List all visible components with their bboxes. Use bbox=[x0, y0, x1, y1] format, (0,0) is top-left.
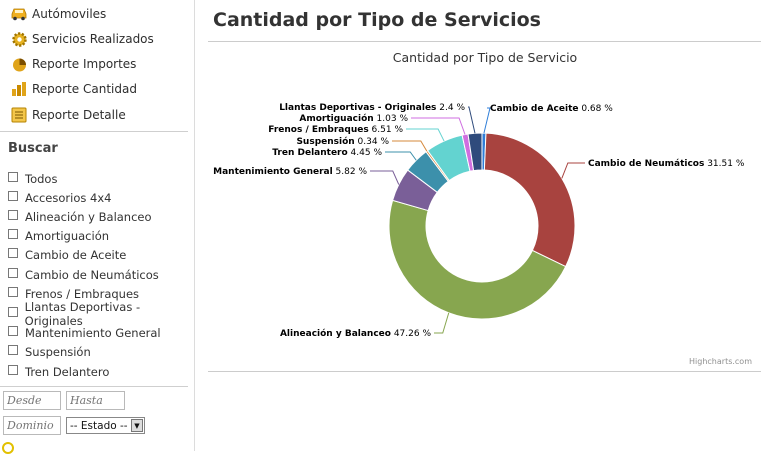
slice-cambio-de-neum-ticos[interactable] bbox=[483, 132, 576, 268]
page-title: Cantidad por Tipo de Servicios bbox=[213, 9, 541, 31]
data-label: Alineación y Balanceo 47.26 % bbox=[280, 328, 431, 339]
filter-accesorios-4x4[interactable]: Accesorios 4x4 bbox=[8, 189, 111, 207]
nav-servicios-realizados[interactable]: Servicios Realizados bbox=[10, 28, 154, 50]
nav-automoviles[interactable]: Autómoviles bbox=[10, 3, 106, 25]
checkbox[interactable] bbox=[8, 365, 18, 375]
filter-label: Suspensión bbox=[25, 345, 91, 359]
sidebar: Autómoviles Servicios Realizados Reporte… bbox=[0, 0, 195, 454]
connector-line bbox=[561, 162, 585, 179]
checkbox[interactable] bbox=[8, 287, 18, 297]
estado-value: -- Estado -- bbox=[70, 419, 128, 432]
data-label: Frenos / Embraques 6.51 % bbox=[268, 125, 403, 135]
filter-mantenimiento-general[interactable]: Mantenimiento General bbox=[8, 324, 161, 342]
filter-label: Amortiguación bbox=[25, 229, 110, 243]
nav-label: Servicios Realizados bbox=[32, 32, 154, 46]
checkbox[interactable] bbox=[8, 326, 18, 336]
chart-credits[interactable]: Highcharts.com bbox=[689, 357, 752, 366]
filter-label: Tren Delantero bbox=[25, 365, 110, 379]
connector-line bbox=[411, 117, 466, 135]
chevron-down-icon[interactable]: ▼ bbox=[131, 419, 143, 432]
filter-cambio-aceite[interactable]: Cambio de Aceite bbox=[8, 246, 126, 264]
filter-tren-delantero[interactable]: Tren Delantero bbox=[8, 363, 109, 381]
data-label: Suspensión 0.34 % bbox=[296, 136, 389, 147]
connector-line bbox=[392, 140, 428, 152]
divider bbox=[208, 371, 761, 372]
filter-label: Cambio de Neumáticos bbox=[25, 268, 159, 282]
bar-chart-icon bbox=[10, 80, 28, 98]
nav-label: Reporte Cantidad bbox=[32, 82, 137, 96]
donut-chart: Cantidad por Tipo de Servicio Cambio de … bbox=[213, 50, 752, 366]
data-label: Cambio de Aceite 0.68 % bbox=[490, 104, 613, 114]
checkbox[interactable] bbox=[8, 229, 18, 239]
nav-reporte-cantidad[interactable]: Reporte Cantidad bbox=[10, 78, 137, 100]
filter-alineacion-balanceo[interactable]: Alineación y Balanceo bbox=[8, 208, 152, 226]
chart-title: Cantidad por Tipo de Servicio bbox=[393, 50, 577, 65]
data-label: Llantas Deportivas - Originales 2.4 % bbox=[279, 103, 465, 113]
nav-label: Autómoviles bbox=[32, 7, 107, 21]
checkbox[interactable] bbox=[8, 345, 18, 355]
connector-line bbox=[406, 128, 445, 142]
filter-todos[interactable]: Todos bbox=[8, 170, 57, 188]
filter-amortiguacion[interactable]: Amortiguación bbox=[8, 227, 109, 245]
checkbox[interactable] bbox=[8, 191, 18, 201]
dominio-input[interactable] bbox=[3, 416, 61, 435]
gear-icon bbox=[10, 30, 28, 48]
filter-cambio-neumaticos[interactable]: Cambio de Neumáticos bbox=[8, 266, 159, 284]
filter-label: Alineación y Balanceo bbox=[25, 210, 152, 224]
filter-label: Mantenimiento General bbox=[25, 326, 161, 340]
checkbox[interactable] bbox=[8, 172, 18, 182]
data-label: Cambio de Neumáticos 31.51 % bbox=[588, 159, 745, 169]
checkbox[interactable] bbox=[8, 248, 18, 258]
connector-line bbox=[370, 170, 400, 185]
nav-reporte-detalle[interactable]: Reporte Detalle bbox=[10, 104, 126, 126]
data-label: Mantenimiento General 5.82 % bbox=[213, 167, 367, 177]
filter-llantas-deportivas[interactable]: Llantas Deportivas - Originales bbox=[8, 300, 194, 328]
search-icon[interactable] bbox=[1, 440, 15, 459]
pie-chart-icon bbox=[10, 55, 28, 73]
connector-line bbox=[434, 312, 450, 334]
divider bbox=[0, 386, 188, 387]
nav-label: Reporte Importes bbox=[32, 57, 137, 71]
filter-label: Todos bbox=[25, 172, 58, 186]
divider bbox=[0, 131, 188, 132]
nav-label: Reporte Detalle bbox=[32, 108, 126, 122]
data-label: Amortiguación 1.03 % bbox=[299, 113, 408, 124]
car-icon bbox=[10, 5, 28, 23]
connector-line bbox=[468, 106, 476, 134]
desde-input[interactable] bbox=[3, 391, 61, 410]
connector-line bbox=[385, 151, 417, 161]
checkbox[interactable] bbox=[8, 268, 18, 278]
checkbox[interactable] bbox=[8, 307, 18, 317]
estado-select[interactable]: -- Estado -- ▼ bbox=[66, 417, 145, 434]
chart-slices bbox=[388, 132, 576, 320]
filter-label: Frenos / Embraques bbox=[25, 287, 140, 301]
nav-reporte-importes[interactable]: Reporte Importes bbox=[10, 53, 136, 75]
list-icon bbox=[10, 106, 28, 124]
hasta-input[interactable] bbox=[66, 391, 125, 410]
checkbox[interactable] bbox=[8, 210, 18, 220]
data-label: Tren Delantero 4.45 % bbox=[272, 148, 382, 158]
filter-suspension[interactable]: Suspensión bbox=[8, 343, 91, 361]
filter-label: Cambio de Aceite bbox=[25, 248, 127, 262]
filter-label: Accesorios 4x4 bbox=[25, 191, 112, 205]
search-title: Buscar bbox=[8, 141, 58, 156]
